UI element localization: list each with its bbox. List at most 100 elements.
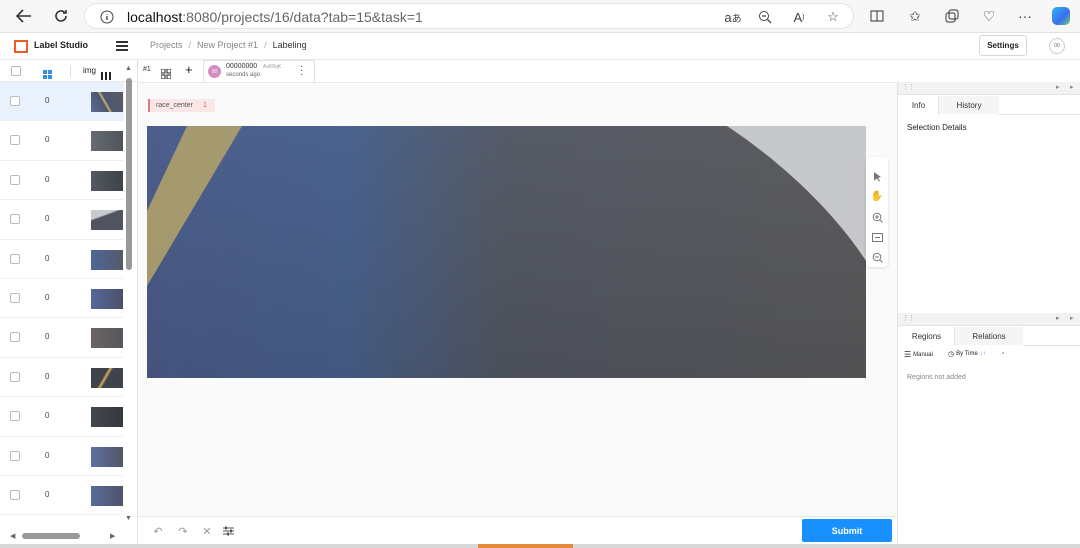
- zoom-out-icon[interactable]: [755, 7, 775, 27]
- reset-icon[interactable]: ✕: [200, 524, 214, 538]
- row-checkbox[interactable]: [10, 489, 20, 500]
- manual-sort-button[interactable]: ☰ Manual: [904, 350, 933, 359]
- browser-essentials-icon[interactable]: ♡: [978, 5, 1000, 27]
- by-time-label: By Time: [956, 351, 978, 357]
- app-title[interactable]: Label Studio: [34, 40, 88, 50]
- annotation-count: 0: [45, 450, 50, 460]
- img-column-header[interactable]: img: [83, 66, 96, 75]
- labeling-area: race_center 1 ✋: [138, 82, 897, 516]
- favorite-star-icon[interactable]: ☆: [823, 7, 843, 27]
- horizontal-scroll-thumb[interactable]: [22, 533, 80, 539]
- row-checkbox[interactable]: [10, 371, 20, 382]
- tab-relations[interactable]: Relations: [955, 327, 1023, 345]
- tab-regions[interactable]: Regions: [899, 327, 955, 345]
- annotation-count: 0: [45, 96, 50, 105]
- sort-by-time-button[interactable]: ◷ By Time ↓↑: [948, 350, 986, 358]
- table-row[interactable]: 0: [0, 476, 124, 516]
- collections-icon[interactable]: [941, 5, 963, 27]
- table-row[interactable]: 0: [0, 200, 124, 240]
- panel-collapse-icon[interactable]: ▸: [1070, 314, 1074, 322]
- panel-expand-icon[interactable]: ▸: [1056, 83, 1060, 91]
- annotation-tab[interactable]: 00 00000000 AsK8qK seconds ago · · ·: [203, 60, 315, 82]
- row-checkbox[interactable]: [10, 450, 20, 461]
- scrollbar-thumb[interactable]: [126, 78, 132, 270]
- annotation-time: seconds ago: [226, 72, 261, 78]
- table-row[interactable]: 0: [0, 318, 124, 358]
- zoom-out-tool-icon[interactable]: [871, 251, 883, 263]
- menu-icon[interactable]: [116, 41, 128, 53]
- drag-handle-icon[interactable]: ⋮⋮: [902, 314, 915, 322]
- refresh-icon[interactable]: [49, 5, 73, 27]
- fit-to-screen-icon[interactable]: [871, 231, 883, 243]
- row-checkbox[interactable]: [10, 332, 20, 343]
- add-annotation-icon[interactable]: +: [185, 62, 193, 77]
- back-arrow-icon[interactable]: [12, 5, 36, 27]
- select-all-checkbox[interactable]: [11, 66, 21, 76]
- settings-sliders-icon[interactable]: [221, 524, 235, 538]
- label-name: race_center: [156, 102, 193, 109]
- redo-icon[interactable]: ↷: [176, 524, 190, 538]
- read-aloud-icon[interactable]: A): [789, 7, 809, 27]
- label-studio-logo-icon[interactable]: [14, 40, 28, 53]
- grid-view-icon[interactable]: [43, 66, 52, 79]
- scroll-left-icon[interactable]: ◀: [10, 532, 15, 540]
- row-checkbox[interactable]: [10, 253, 20, 264]
- task-thumbnail: [91, 170, 123, 191]
- scroll-down-icon[interactable]: ▼: [125, 515, 132, 522]
- horizontal-scrollbar[interactable]: ◀ ▶: [10, 532, 120, 540]
- annotation-more-icon[interactable]: · · ·: [300, 62, 303, 80]
- pan-hand-icon[interactable]: ✋: [871, 190, 883, 202]
- undo-icon[interactable]: ↶: [151, 524, 165, 538]
- vertical-scrollbar[interactable]: ▼: [124, 68, 134, 524]
- url-text[interactable]: localhost:8080/projects/16/data?tab=15&t…: [127, 9, 423, 25]
- table-row[interactable]: 0: [0, 240, 124, 279]
- panel-collapse-icon[interactable]: ▸: [1070, 83, 1074, 91]
- breadcrumb-project[interactable]: New Project #1: [197, 40, 258, 50]
- column-divider: [70, 65, 71, 77]
- annotation-count: 0: [45, 371, 50, 381]
- image-canvas[interactable]: [147, 126, 866, 378]
- task-thumbnail: [91, 485, 123, 506]
- label-race-center[interactable]: race_center 1: [148, 99, 215, 112]
- row-checkbox[interactable]: [10, 174, 20, 185]
- grid-icon[interactable]: [160, 66, 172, 80]
- regions-panel-header: ⋮⋮ ▸ ▸: [898, 313, 1080, 326]
- table-row[interactable]: 0: [0, 358, 124, 398]
- info-icon[interactable]: [97, 7, 117, 27]
- panel-expand-icon[interactable]: ▸: [1056, 314, 1060, 322]
- address-bar[interactable]: localhost:8080/projects/16/data?tab=15&t…: [84, 3, 854, 29]
- table-row[interactable]: 0: [0, 397, 124, 437]
- drag-handle-icon[interactable]: ⋮⋮: [902, 83, 915, 91]
- table-row[interactable]: 0: [0, 437, 124, 476]
- more-options-icon[interactable]: ···: [1014, 5, 1036, 27]
- table-row[interactable]: 0: [0, 161, 124, 201]
- visibility-toggle-icon[interactable]: ◔: [1000, 349, 1005, 358]
- favorites-icon[interactable]: ✩: [904, 5, 926, 27]
- row-checkbox[interactable]: [10, 292, 20, 303]
- settings-button[interactable]: Settings: [979, 35, 1027, 56]
- table-row[interactable]: 0: [0, 279, 124, 319]
- column-settings-icon[interactable]: [101, 67, 111, 80]
- user-avatar[interactable]: 00: [1049, 38, 1065, 54]
- breadcrumb: Projects / New Project #1/Labeling: [150, 40, 307, 50]
- road-image: [147, 126, 866, 378]
- table-row[interactable]: 0: [0, 82, 124, 122]
- row-checkbox[interactable]: [10, 96, 20, 106]
- split-screen-icon[interactable]: [866, 5, 888, 27]
- select-tool-icon[interactable]: [871, 170, 883, 182]
- submit-button[interactable]: Submit: [802, 519, 892, 542]
- copilot-icon[interactable]: [1050, 5, 1072, 27]
- task-list-sidebar: img ▲ 0 0 0 0 0 0 0 0 0 0 0 ▼ ◀ ▶: [0, 60, 138, 548]
- breadcrumb-projects[interactable]: Projects: [150, 40, 183, 50]
- row-checkbox[interactable]: [10, 214, 20, 225]
- tab-history[interactable]: History: [939, 96, 999, 114]
- translate-icon[interactable]: aあ: [723, 7, 743, 27]
- row-checkbox[interactable]: [10, 135, 20, 146]
- table-row[interactable]: 0: [0, 121, 124, 161]
- zoom-in-icon[interactable]: [871, 211, 883, 223]
- row-checkbox[interactable]: [10, 411, 20, 422]
- task-number: #1: [143, 66, 151, 73]
- scroll-right-icon[interactable]: ▶: [110, 532, 115, 540]
- tab-info[interactable]: Info: [899, 96, 939, 114]
- task-thumbnail: [91, 328, 123, 349]
